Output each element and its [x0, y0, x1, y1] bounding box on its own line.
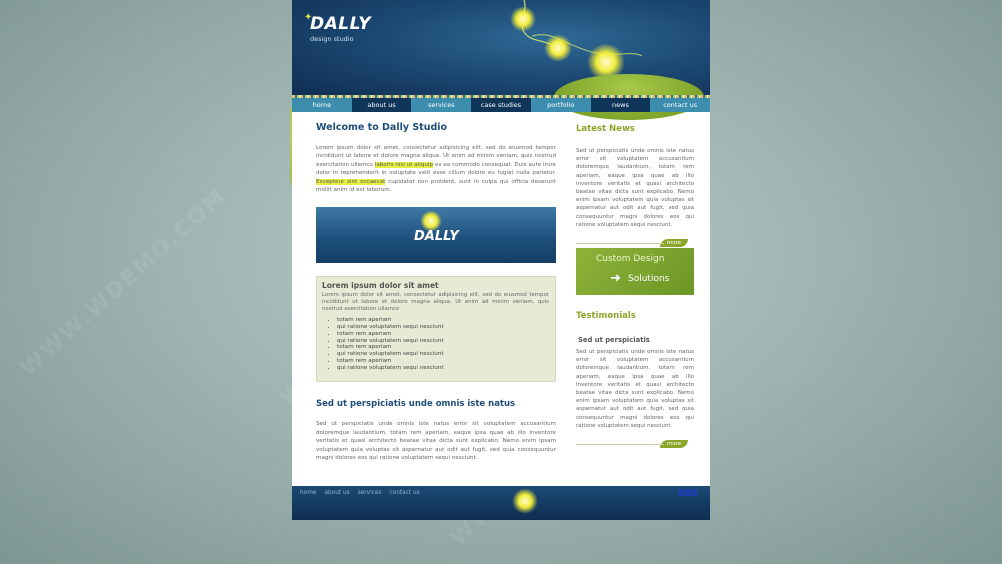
- main-navigation: home about us services case studies port…: [292, 98, 710, 112]
- section-title: Sed ut perspiciatis unde omnis iste natu…: [316, 399, 516, 410]
- banner-logo-text: DALLY: [414, 229, 459, 245]
- custom-design-ad-banner[interactable]: Custom Design ➜ Solutions: [576, 248, 694, 296]
- list-item: qui ratione voluptatem sequi nesciunt: [337, 365, 555, 372]
- list-item: totam rem aperiam: [337, 358, 555, 365]
- latest-news-text: Sed ut perspiciatis unde omnis iste natu…: [576, 148, 694, 228]
- nav-home[interactable]: home: [292, 98, 352, 112]
- section-text: Sed ut perspiciatis unde omnis iste natu…: [316, 421, 556, 462]
- footer-link-services[interactable]: services: [358, 490, 382, 496]
- nav-services[interactable]: services: [411, 98, 472, 112]
- welcome-paragraph: Lorem ipsum dolor sit amet, consectetur …: [316, 144, 556, 194]
- nav-about-us[interactable]: about us: [351, 98, 412, 112]
- arrow-icon: ➜: [610, 271, 621, 287]
- nav-case-studies[interactable]: case studies: [471, 98, 531, 112]
- welcome-title: Welcome to Dally Studio: [316, 122, 448, 133]
- info-box-title: Lorem ipsum dolor sit amet: [322, 281, 439, 291]
- website-page: ✦ DALLY design studio home about us serv…: [292, 0, 710, 520]
- more-button[interactable]: more: [660, 239, 688, 248]
- list-item: totam rem aperiam: [337, 331, 555, 338]
- divider: [576, 243, 664, 245]
- highlighted-text: Excepteur sint occaecat: [316, 178, 386, 185]
- latest-news-title: Latest News: [576, 124, 635, 134]
- main-content: Welcome to Dally Studio Lorem ipsum dolo…: [316, 122, 556, 462]
- info-box: Lorem ipsum dolor sit amet Lorem ipsum d…: [316, 276, 556, 383]
- butterfly-icon: [510, 6, 536, 32]
- header-banner: ✦ DALLY design studio: [292, 0, 710, 120]
- watermark-text: WWW.WDEMO.COM: [16, 183, 233, 382]
- divider: [576, 444, 664, 446]
- testimonials-title: Testimonials: [576, 311, 636, 322]
- footer-badge: [678, 489, 698, 496]
- butterfly-icon: [420, 211, 442, 232]
- list-item: qui ratione voluptatem sequi nesciunt: [337, 338, 555, 345]
- footer: home about us services contact us: [292, 486, 710, 520]
- ad-line-1: Custom Design: [596, 254, 665, 265]
- list-item: totam rem aperiam: [337, 344, 555, 351]
- footer-link-about-us[interactable]: about us: [324, 490, 349, 496]
- info-box-text: Lorem ipsum dolor sit amet, consectetur …: [322, 292, 549, 312]
- list-item: totam rem aperiam: [337, 317, 555, 324]
- butterfly-icon: [544, 34, 572, 62]
- nav-portfolio[interactable]: portfolio: [530, 98, 591, 112]
- more-button[interactable]: more: [660, 440, 688, 449]
- sidebar: Latest News Sed ut perspiciatis unde omn…: [576, 124, 694, 449]
- list-item: qui ratione voluptatem sequi nesciunt: [337, 324, 555, 331]
- list-item: qui ratione voluptatem sequi nesciunt: [337, 351, 555, 358]
- testimonial-text: Sed ut perspiciatis unde omnis iste natu…: [576, 349, 694, 429]
- content-banner-image: DALLY: [316, 207, 556, 264]
- info-box-list: totam rem aperiam qui ratione voluptatem…: [317, 317, 555, 371]
- nav-contact-us[interactable]: contact us: [650, 98, 710, 112]
- footer-link-home[interactable]: home: [300, 490, 316, 496]
- highlighted-text: laboris nisi ut aliquip: [374, 161, 434, 168]
- butterfly-icon: [512, 488, 538, 514]
- footer-link-contact-us[interactable]: contact us: [390, 490, 420, 496]
- ad-line-2: Solutions: [628, 274, 670, 285]
- testimonial-heading: Sed ut perspiciatis: [578, 336, 650, 345]
- nav-news[interactable]: news: [590, 98, 651, 112]
- footer-navigation: home about us services contact us: [300, 490, 420, 496]
